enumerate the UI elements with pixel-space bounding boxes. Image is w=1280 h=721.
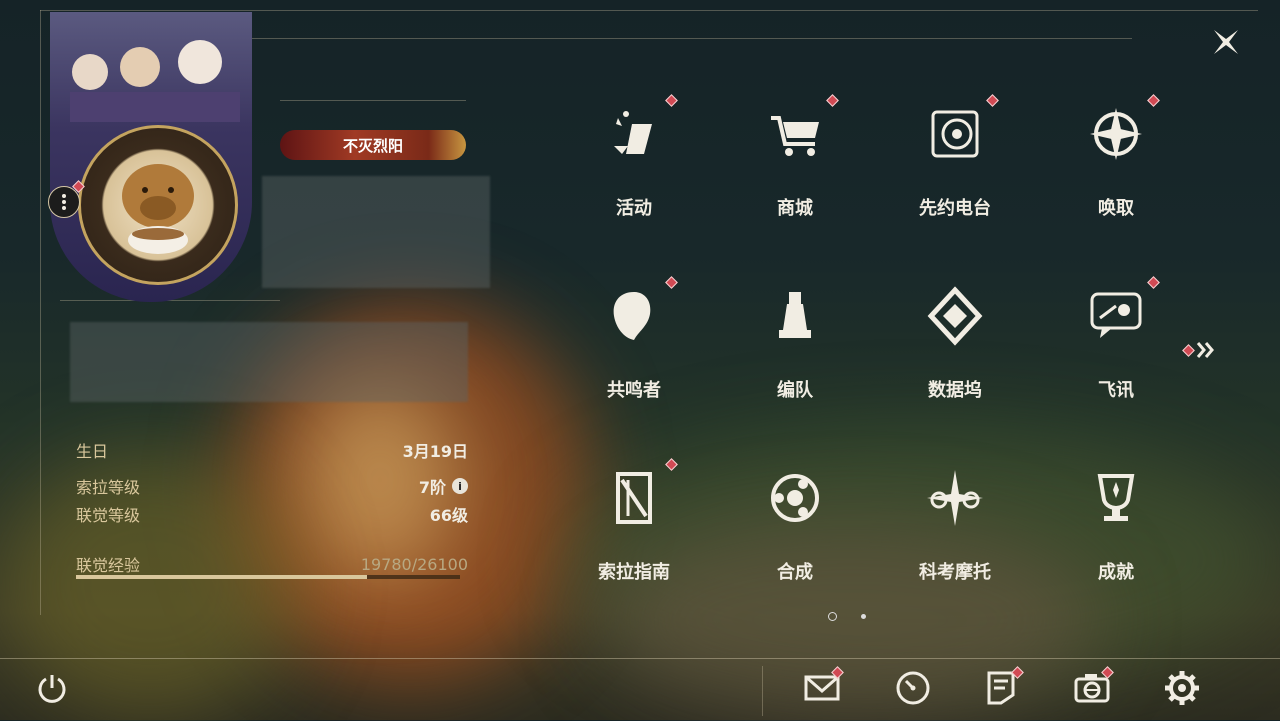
bottom-separator (762, 666, 763, 716)
stat-sol-rank: 索拉等级 7阶 i (76, 474, 468, 498)
new-badge (665, 94, 678, 107)
card-artwork (70, 40, 240, 122)
title-badge-label: 不灭烈阳 (342, 136, 403, 155)
avatar-more-button[interactable] (48, 186, 80, 218)
exp-progress-bar (76, 575, 460, 579)
menu-item-label: 飞讯 (1098, 380, 1134, 401)
menu-item-activity[interactable]: 活动 (574, 90, 694, 240)
power-icon (38, 675, 66, 703)
menu-item-label: 成就 (1098, 562, 1134, 583)
data-bank-icon (925, 286, 985, 346)
menu-item-label: 活动 (616, 198, 652, 219)
settings-gear-icon (1165, 671, 1199, 705)
capybara-avatar-image (122, 164, 194, 254)
profile-divider (280, 100, 466, 101)
next-page-button[interactable] (1182, 338, 1222, 362)
player-name-redacted (262, 176, 490, 288)
clock-button[interactable] (893, 668, 933, 708)
more-vertical-icon (62, 194, 66, 210)
stat-value: 7阶 (418, 478, 446, 497)
menu-item-guide-book[interactable]: 索拉指南 (574, 454, 694, 604)
new-badge (665, 458, 678, 471)
menu-item-motorcycle[interactable]: 科考摩托 (895, 454, 1015, 604)
camera-button[interactable] (1072, 666, 1114, 708)
notice-button[interactable] (982, 666, 1024, 708)
menu-item-synthesis[interactable]: 合成 (735, 454, 855, 604)
stat-union-exp: 联觉经验 19780/26100 (76, 552, 468, 576)
stat-label: 生日 (76, 442, 109, 461)
frame-left-line (40, 10, 41, 615)
menu-item-label: 科考摩托 (919, 562, 991, 583)
resonator-icon (604, 286, 664, 346)
motorcycle-icon (925, 468, 985, 528)
menu-item-label: 先约电台 (919, 198, 991, 219)
avatar[interactable] (78, 125, 238, 285)
stat-birthday: 生日 3月19日 (76, 438, 468, 462)
synthesis-icon (765, 468, 825, 528)
stat-value: 3月19日 (402, 442, 468, 461)
double-chevron-right-icon (1196, 342, 1214, 358)
page-indicator (828, 612, 866, 621)
page-dot[interactable] (861, 614, 866, 619)
menu-item-label: 数据坞 (928, 380, 982, 401)
chess-formation-icon (765, 286, 825, 346)
menu-item-label: 合成 (777, 562, 813, 583)
exp-value: 19780/26100 (360, 554, 468, 574)
shop-cart-icon (765, 104, 825, 164)
menu-item-label: 共鸣者 (607, 380, 661, 401)
exp-progress-fill (76, 575, 368, 579)
menu-item-shop-cart[interactable]: 商城 (735, 90, 855, 240)
new-badge (826, 94, 839, 107)
frame-inner-line (252, 38, 1132, 39)
menu-item-summon-compass[interactable]: 唤取 (1056, 90, 1176, 240)
settings-gear-button[interactable] (1162, 668, 1202, 708)
clock-icon (896, 671, 930, 705)
stat-value-group: 7阶 i (419, 474, 468, 498)
menu-item-label: 编队 (777, 380, 813, 401)
menu-item-data-bank[interactable]: 数据坞 (895, 272, 1015, 422)
menu-item-label: 索拉指南 (598, 562, 670, 583)
stat-label: 索拉等级 (76, 478, 141, 497)
title-badge[interactable]: 不灭烈阳 (280, 130, 466, 160)
frame-top-line (40, 10, 1258, 11)
info-icon[interactable]: i (452, 478, 468, 494)
menu-item-chess-formation[interactable]: 编队 (735, 272, 855, 422)
menu-item-chat-message[interactable]: 飞讯 (1056, 272, 1176, 422)
mail-button[interactable] (802, 666, 844, 708)
radio-icon (925, 104, 985, 164)
menu-item-radio[interactable]: 先约电台 (895, 90, 1015, 240)
new-badge (986, 94, 999, 107)
guide-book-icon (604, 468, 664, 528)
power-button[interactable] (32, 668, 72, 708)
summon-compass-icon (1086, 104, 1146, 164)
new-badge (665, 276, 678, 289)
stat-value: 66级 (429, 506, 468, 525)
stat-label: 联觉经验 (76, 556, 141, 575)
stat-label: 联觉等级 (76, 506, 141, 525)
menu-item-trophy[interactable]: 成就 (1056, 454, 1176, 604)
new-badge (1147, 276, 1160, 289)
stat-union-level: 联觉等级 66级 (76, 502, 468, 526)
close-icon (1214, 30, 1238, 54)
page-dot-active[interactable] (828, 612, 837, 621)
menu-item-label: 唤取 (1098, 198, 1134, 219)
new-badge (1147, 94, 1160, 107)
activity-icon (604, 104, 664, 164)
close-button[interactable] (1206, 22, 1246, 62)
signature-redacted (70, 322, 468, 402)
trophy-icon (1086, 468, 1146, 528)
chat-message-icon (1086, 286, 1146, 346)
menu-item-resonator[interactable]: 共鸣者 (574, 272, 694, 422)
menu-item-label: 商城 (777, 198, 813, 219)
